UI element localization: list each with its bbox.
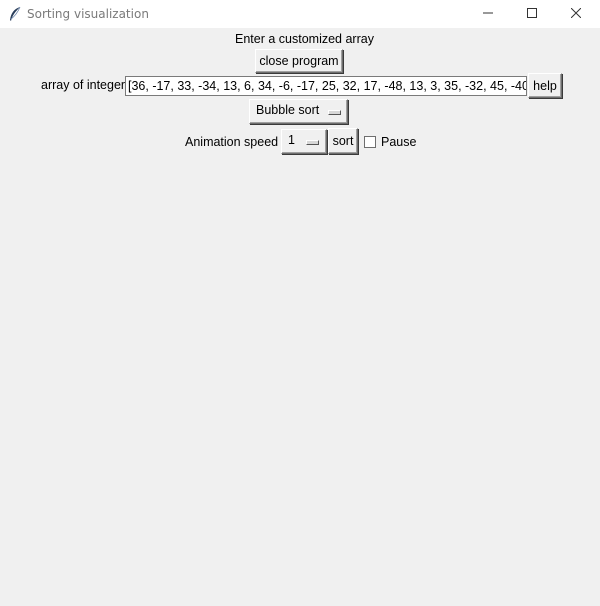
array-input[interactable]: [36, -17, 33, -34, 13, 6, 34, -6, -17, 2…: [125, 76, 527, 96]
dropdown-indicator-icon: [306, 140, 319, 145]
maximize-icon: [527, 7, 537, 21]
speed-label: Animation speed: [185, 135, 279, 149]
algorithm-select-value: Bubble sort: [256, 103, 320, 117]
algorithm-select[interactable]: Bubble sort: [249, 99, 348, 124]
sort-button[interactable]: sort: [328, 128, 358, 154]
pause-checkbox[interactable]: [364, 136, 376, 148]
title-bar[interactable]: Sorting visualization: [0, 0, 600, 28]
help-button[interactable]: help: [528, 73, 562, 98]
speed-select[interactable]: 1: [281, 129, 327, 154]
main-window-content: Enter a customized array close program a…: [0, 28, 600, 606]
prompt-label: Enter a customized array: [235, 32, 374, 46]
dropdown-indicator-icon: [328, 110, 341, 115]
speed-select-value: 1: [288, 133, 295, 147]
pause-label[interactable]: Pause: [381, 135, 416, 149]
close-icon: [570, 7, 582, 21]
close-program-button[interactable]: close program: [255, 49, 343, 73]
feather-icon: [8, 6, 22, 22]
window-title: Sorting visualization: [27, 7, 149, 21]
maximize-button[interactable]: [510, 0, 554, 28]
close-window-button[interactable]: [554, 0, 598, 28]
minimize-icon: [483, 7, 493, 21]
array-label: array of integer: [41, 78, 126, 92]
minimize-button[interactable]: [466, 0, 510, 28]
